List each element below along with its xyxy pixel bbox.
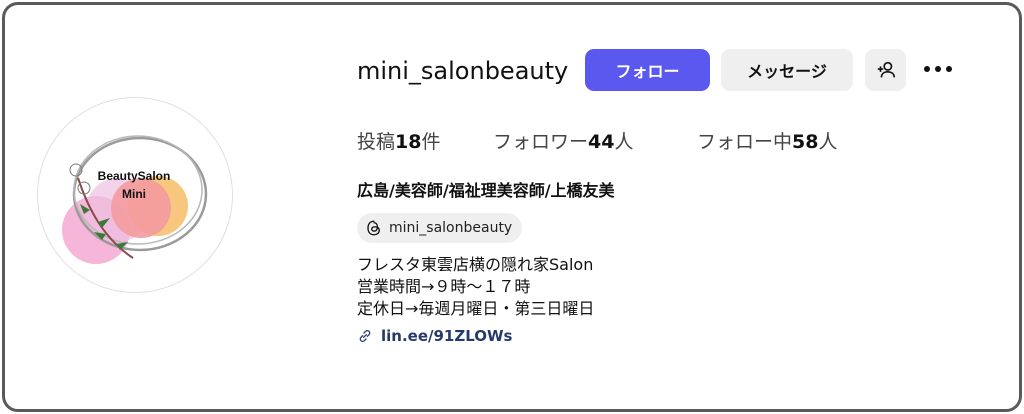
threads-badge[interactable]: mini_salonbeauty: [357, 213, 523, 243]
followers-count: 44: [588, 131, 615, 153]
profile-link[interactable]: lin.ee/91ZLOWs: [357, 324, 512, 348]
username: mini_salonbeauty: [357, 57, 569, 85]
posts-prefix: 投稿: [357, 131, 396, 153]
followers-prefix: フォロワー: [493, 131, 589, 153]
stat-followers[interactable]: フォロワー44人: [493, 127, 633, 157]
salon-logo: BeautySalon Mini: [38, 98, 232, 292]
following-prefix: フォロー中: [697, 131, 793, 153]
more-horizontal-icon: [924, 66, 952, 72]
stat-following[interactable]: フォロー中58人: [697, 127, 837, 157]
followers-suffix: 人: [614, 131, 634, 153]
full-name: 広島/美容師/福祉理美容師/上橋友美: [357, 181, 615, 200]
threads-handle: mini_salonbeauty: [389, 220, 513, 236]
link-icon: [359, 330, 371, 342]
message-button[interactable]: メッセージ: [721, 49, 853, 91]
profile-card: BeautySalon Mini mini_salonbeauty フォロー メ…: [2, 2, 1022, 412]
profile-avatar[interactable]: BeautySalon Mini: [37, 97, 233, 293]
profile-link-text: lin.ee/91ZLOWs: [381, 327, 513, 345]
person-add-icon: [877, 61, 895, 78]
follow-button[interactable]: フォロー: [585, 49, 710, 91]
bio-line-3: 定休日→毎週月曜日・第三日曜日: [357, 299, 595, 318]
threads-icon: [367, 220, 380, 236]
add-user-button[interactable]: [865, 49, 906, 91]
more-options-button[interactable]: [921, 57, 955, 81]
posts-count: 18: [395, 131, 422, 153]
avatar-text-line1: BeautySalon: [98, 169, 171, 183]
following-suffix: 人: [818, 131, 838, 153]
posts-suffix: 件: [421, 131, 441, 153]
bio-line-1: フレスタ東雲店横の隠れ家Salon: [357, 255, 594, 274]
avatar-text-line2: Mini: [122, 187, 146, 201]
following-count: 58: [792, 131, 819, 153]
stat-posts: 投稿18件: [357, 127, 440, 157]
bio-line-2: 営業時間→９時〜１７時: [357, 277, 531, 296]
